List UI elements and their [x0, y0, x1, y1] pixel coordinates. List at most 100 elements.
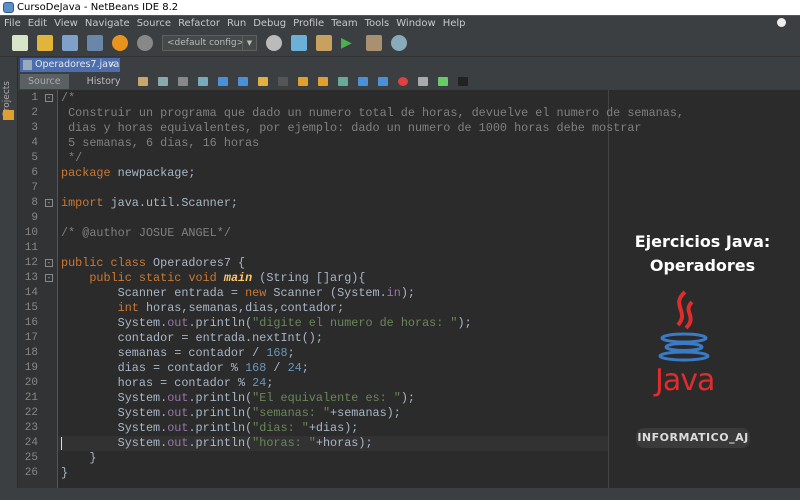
code-token: 5 semanas, 6 dias, 16 horas — [61, 136, 260, 150]
code-line[interactable]: contador = entrada.nextInt(); — [61, 331, 323, 346]
uncomment-icon[interactable] — [458, 76, 469, 86]
tab-history[interactable]: History — [79, 74, 129, 89]
code-line[interactable]: 5 semanas, 6 dias, 16 horas — [61, 136, 259, 151]
search-icon[interactable] — [777, 18, 786, 27]
code-token: horas,semanas,dias,contador; — [138, 301, 345, 315]
text-caret — [61, 437, 62, 450]
code-line[interactable]: semanas = contador / 168; — [61, 346, 295, 361]
menu-window[interactable]: Window — [396, 18, 435, 29]
prev-bookmark-icon[interactable] — [298, 76, 309, 86]
menu-help[interactable]: Help — [443, 18, 466, 29]
close-icon[interactable]: × — [108, 58, 116, 72]
menu-file[interactable]: File — [4, 18, 21, 29]
last-edit-icon[interactable] — [138, 76, 149, 86]
line-number: 10 — [24, 227, 38, 239]
code-token: in — [386, 286, 401, 300]
rect-select-icon[interactable] — [278, 76, 289, 86]
code-token: new — [245, 286, 267, 300]
code-line[interactable]: int horas,semanas,dias,contador; — [61, 301, 345, 316]
line-number: 3 — [31, 122, 38, 134]
profile-icon[interactable] — [391, 35, 407, 51]
code-token: int — [117, 301, 139, 315]
menu-team[interactable]: Team — [331, 18, 357, 29]
code-token: ; — [266, 376, 274, 390]
menu-source[interactable]: Source — [137, 18, 171, 29]
window-title: CursoDeJava - NetBeans IDE 8.2 — [17, 2, 179, 13]
undo-icon[interactable] — [112, 35, 128, 51]
globe-icon[interactable] — [266, 35, 282, 51]
code-line[interactable]: horas = contador % 24; — [61, 376, 274, 391]
next-bookmark-icon[interactable] — [318, 76, 329, 86]
toggle-bookmark-icon[interactable] — [338, 76, 349, 86]
code-line[interactable]: Scanner entrada = new Scanner (System.in… — [61, 286, 415, 301]
line-number: 21 — [24, 392, 38, 404]
line-number: 9 — [31, 212, 38, 224]
code-token: / — [266, 361, 288, 375]
code-token: .println( — [188, 406, 253, 420]
code-line[interactable]: System.out.println("El equivalente es: "… — [61, 391, 415, 406]
comment-icon[interactable] — [438, 76, 449, 86]
projects-icon[interactable] — [3, 110, 14, 120]
title-bar: CursoDeJava - NetBeans IDE 8.2 — [0, 0, 800, 15]
code-line[interactable]: Construir un programa que dado un numero… — [61, 106, 684, 121]
code-line[interactable]: dias y horas equivalentes, por ejemplo: … — [61, 121, 641, 136]
code-line[interactable]: /* — [61, 91, 75, 106]
menu-navigate[interactable]: Navigate — [85, 18, 130, 29]
menu-run[interactable]: Run — [227, 18, 246, 29]
save-all-icon[interactable] — [87, 35, 103, 51]
new-file-icon[interactable] — [12, 35, 28, 51]
code-token: .println( — [188, 391, 253, 405]
code-line[interactable]: public static void main (String []arg){ — [61, 271, 365, 286]
back-icon[interactable] — [158, 76, 169, 86]
clean-build-icon[interactable] — [316, 35, 332, 51]
code-token: Operadores7 { — [145, 256, 246, 270]
build-icon[interactable] — [291, 35, 307, 51]
fold-icon[interactable]: - — [45, 94, 53, 102]
code-line[interactable]: public class Operadores7 { — [61, 256, 245, 271]
menu-edit[interactable]: Edit — [28, 18, 47, 29]
code-line[interactable]: } — [61, 451, 96, 466]
shift-right-icon[interactable] — [378, 76, 389, 86]
code-line[interactable]: } — [61, 466, 68, 481]
line-number: 25 — [24, 452, 38, 464]
find-icon[interactable] — [198, 76, 209, 86]
line-number: 14 — [24, 287, 38, 299]
debug-icon[interactable] — [366, 35, 382, 51]
code-line[interactable]: System.out.println("semanas: "+semanas); — [61, 406, 401, 421]
code-line[interactable]: dias = contador % 168 / 24; — [61, 361, 309, 376]
fold-icon[interactable]: - — [45, 274, 53, 282]
menu-debug[interactable]: Debug — [253, 18, 286, 29]
code-line[interactable]: package newpackage; — [61, 166, 196, 181]
config-select[interactable]: <default config> ▼ — [162, 35, 257, 51]
stop-macro-icon[interactable] — [418, 76, 429, 86]
redo-icon[interactable] — [137, 35, 153, 51]
menu-profile[interactable]: Profile — [293, 18, 324, 29]
code-token: } — [61, 466, 69, 480]
tab-operadores7[interactable]: Operadores7.java × — [20, 58, 120, 72]
code-line[interactable]: /* @author JOSUE ANGEL*/ — [61, 226, 231, 241]
find-previous-icon[interactable] — [218, 76, 229, 86]
code-line[interactable]: System.out.println("digite el numero de … — [61, 316, 472, 331]
code-line[interactable]: */ — [61, 151, 82, 166]
run-icon[interactable]: ▶ — [341, 35, 357, 51]
shift-left-icon[interactable] — [358, 76, 369, 86]
toggle-highlight-icon[interactable] — [258, 76, 269, 86]
fold-icon[interactable]: - — [45, 259, 53, 267]
open-project-icon[interactable] — [62, 35, 78, 51]
record-macro-icon[interactable] — [398, 76, 409, 86]
forward-icon[interactable] — [178, 76, 189, 86]
code-token: System. — [61, 316, 168, 330]
menu-tools[interactable]: Tools — [365, 18, 390, 29]
code-token: ); — [457, 316, 472, 330]
menu-view[interactable]: View — [54, 18, 78, 29]
code-line[interactable]: import java.util.Scanner; — [61, 196, 238, 211]
find-next-icon[interactable] — [238, 76, 249, 86]
new-project-icon[interactable] — [37, 35, 53, 51]
line-number: 17 — [24, 332, 38, 344]
code-line[interactable]: System.out.println("horas: "+horas); — [61, 436, 373, 451]
tab-source[interactable]: Source — [20, 73, 69, 89]
menu-refactor[interactable]: Refactor — [178, 18, 220, 29]
code-token: .println( — [188, 436, 253, 450]
fold-icon[interactable]: - — [45, 199, 53, 207]
code-line[interactable]: System.out.println("dias: "+dias); — [61, 421, 359, 436]
